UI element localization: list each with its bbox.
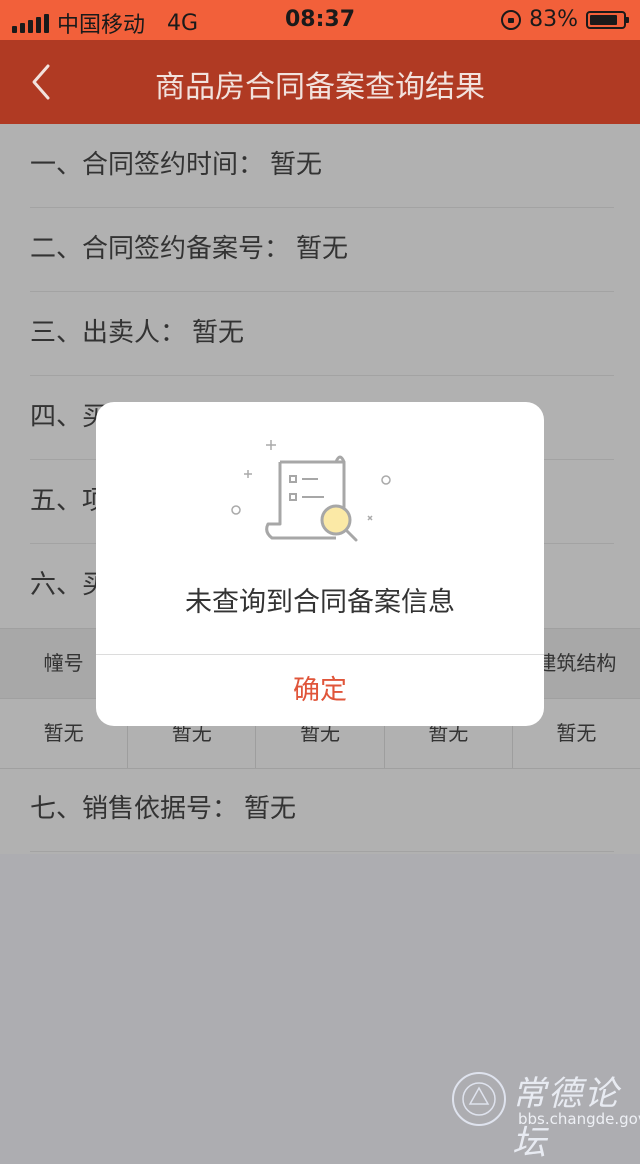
info-row-seller: 三、出卖人： 暂无	[30, 292, 614, 376]
forum-watermark: 常德论坛 bbs.changde.gov.cn	[452, 1064, 640, 1163]
confirm-button[interactable]: 确定	[96, 655, 544, 726]
page-title: 商品房合同备案查询结果	[155, 70, 485, 105]
battery-percent: 83%	[529, 7, 578, 32]
battery-fill	[590, 14, 617, 25]
row-value: 暂无	[244, 794, 297, 824]
row-value: 暂无	[270, 150, 323, 180]
battery-icon	[586, 10, 629, 29]
dialog-message: 未查询到合同备案信息	[185, 587, 455, 618]
nav-bar: 商品房合同备案查询结果	[0, 40, 640, 124]
watermark-domain: bbs.changde.gov.cn	[518, 1110, 640, 1128]
row-value: 暂无	[296, 234, 349, 264]
row-label: 七、销售依据号：	[30, 794, 239, 824]
info-row-sales-basis: 七、销售依据号： 暂无	[30, 768, 614, 852]
row-label: 一、合同签约时间：	[30, 150, 265, 180]
row-value: 暂无	[192, 318, 245, 348]
status-bar: 中国移动 4G 08:37 83%	[0, 0, 640, 40]
info-row-signing-time: 一、合同签约时间： 暂无	[30, 124, 614, 208]
no-result-dialog: 未查询到合同备案信息 确定	[96, 402, 544, 726]
row-label: 三、出卖人：	[30, 318, 187, 348]
document-search-icon	[231, 440, 391, 542]
rotation-lock-icon	[501, 9, 522, 30]
status-right: 83%	[501, 7, 629, 32]
info-row-filing-number: 二、合同签约备案号： 暂无	[30, 208, 614, 292]
row-label: 二、合同签约备案号：	[30, 234, 291, 264]
watermark-badge-icon	[452, 1072, 506, 1126]
